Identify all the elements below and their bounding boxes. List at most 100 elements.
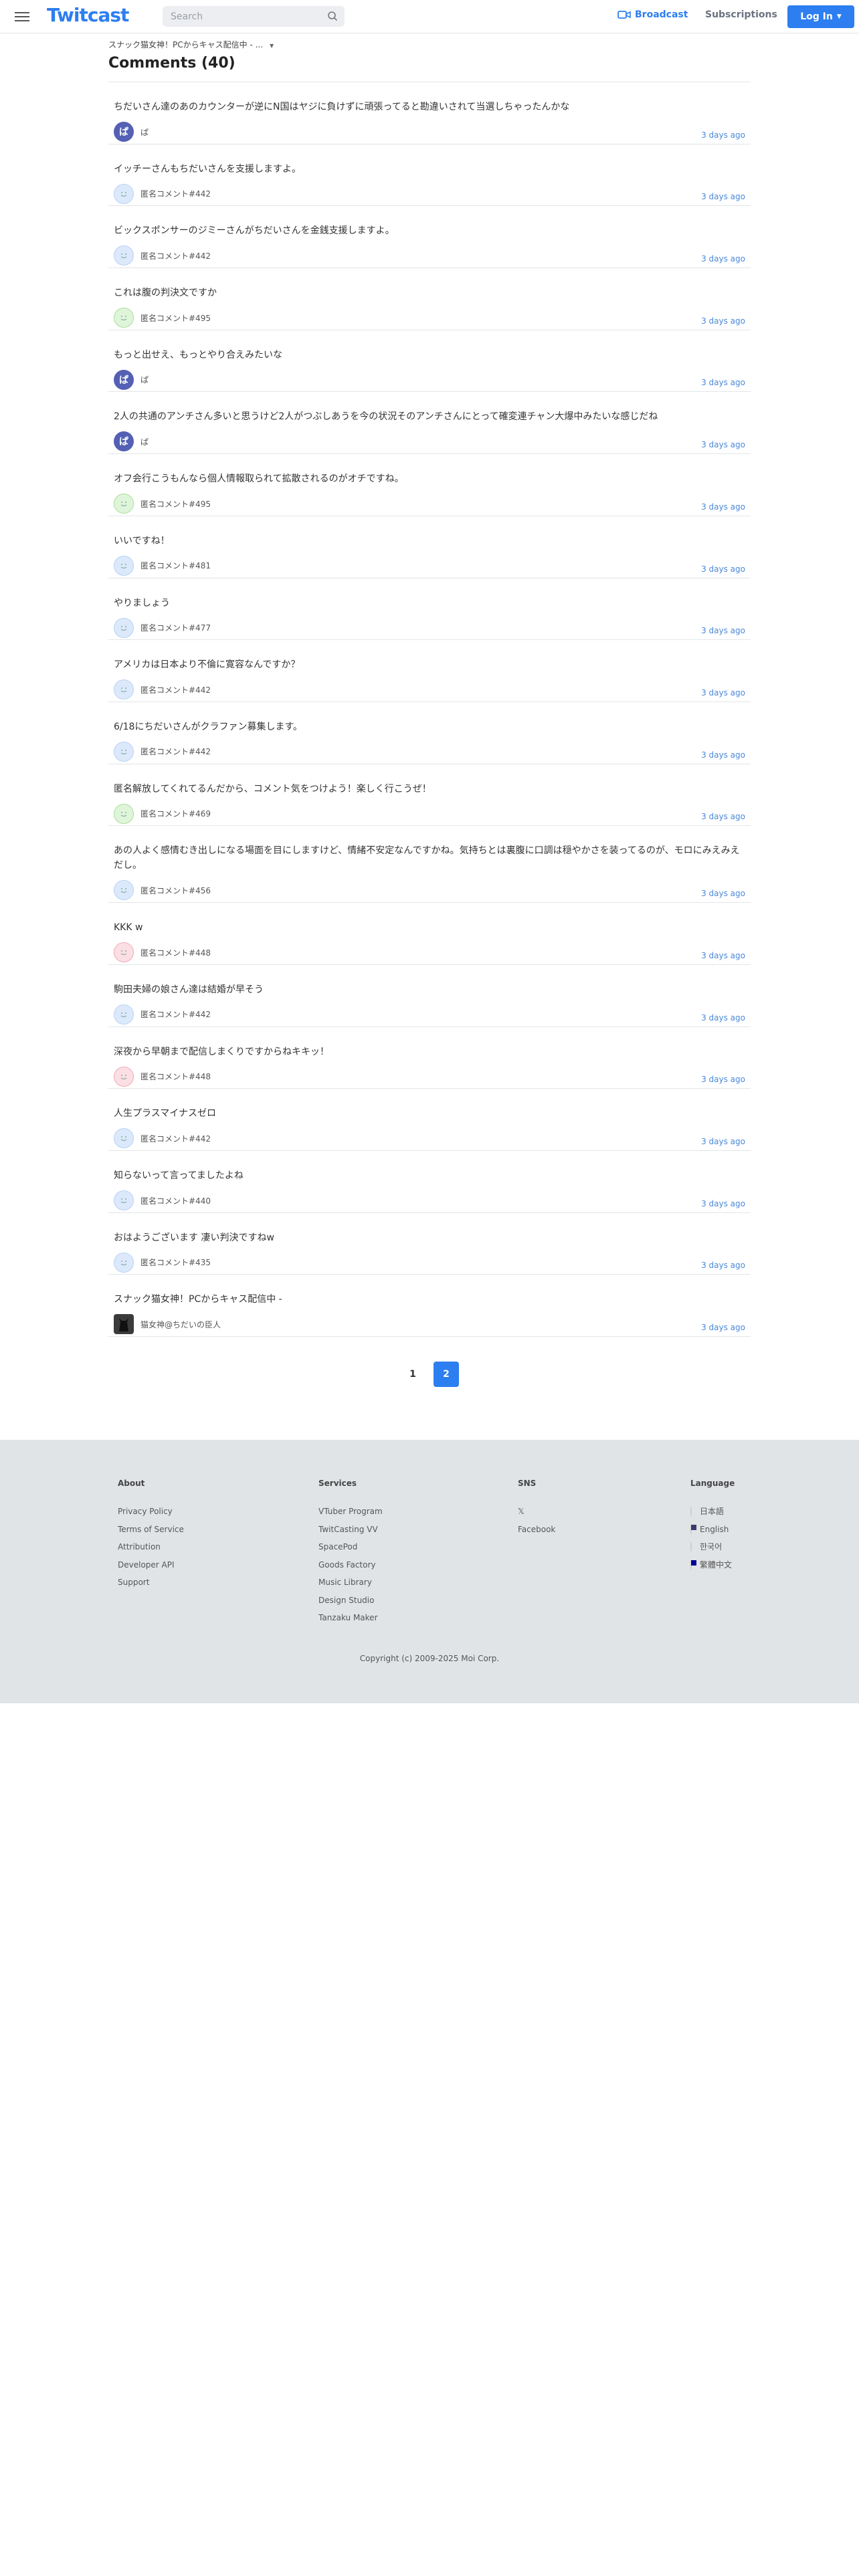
footer-link[interactable]: Music Library (318, 1574, 383, 1592)
comment-user[interactable]: 匿名コメント#495 (114, 494, 745, 514)
commenter-name[interactable]: 匿名コメント#442 (140, 746, 211, 757)
comment-user[interactable]: 匿名コメント#442 (114, 183, 745, 204)
page-button-2[interactable]: 2 (434, 1362, 459, 1387)
comment-user[interactable]: 匿名コメント#448 (114, 1066, 745, 1087)
search-input[interactable] (163, 6, 316, 27)
avatar[interactable] (114, 803, 134, 824)
comment-timestamp[interactable]: 3 days ago (701, 951, 745, 960)
footer-link[interactable]: SpacePod (318, 1538, 383, 1556)
comment-user[interactable]: 匿名コメント#456 (114, 880, 745, 901)
avatar[interactable] (114, 183, 134, 204)
commenter-name[interactable]: 匿名コメント#440 (140, 1195, 211, 1206)
avatar[interactable]: ぱ (114, 122, 134, 142)
commenter-name[interactable]: ぱ (140, 126, 149, 138)
breadcrumb[interactable]: スナック猫女神！PCからキャス配信中 - ... ▼ (108, 39, 751, 51)
footer-link[interactable]: 한국어 (690, 1538, 735, 1556)
avatar[interactable] (114, 1004, 134, 1025)
comment-timestamp[interactable]: 3 days ago (701, 564, 745, 574)
commenter-name[interactable]: 匿名コメント#456 (140, 885, 211, 896)
avatar[interactable] (114, 679, 134, 700)
comment-timestamp[interactable]: 3 days ago (701, 688, 745, 697)
comment-user[interactable]: 匿名コメント#442 (114, 1128, 745, 1149)
footer-link[interactable]: English (690, 1521, 735, 1539)
commenter-name[interactable]: 匿名コメント#435 (140, 1257, 211, 1268)
comment-timestamp[interactable]: 3 days ago (701, 440, 745, 449)
search-icon[interactable] (327, 11, 338, 21)
comment-timestamp[interactable]: 3 days ago (701, 378, 745, 387)
footer-link[interactable]: Support (118, 1574, 184, 1592)
comment-user[interactable]: 匿名コメント#440 (114, 1190, 745, 1210)
comment-user[interactable]: 匿名コメント#442 (114, 679, 745, 700)
commenter-name[interactable]: 匿名コメント#442 (140, 684, 211, 695)
commenter-name[interactable]: 匿名コメント#495 (140, 312, 211, 324)
avatar[interactable] (114, 494, 134, 514)
commenter-name[interactable]: 匿名コメント#442 (140, 188, 211, 199)
avatar[interactable] (114, 1314, 134, 1335)
footer-link[interactable]: Attribution (118, 1538, 184, 1556)
footer-link[interactable]: Facebook (518, 1521, 555, 1539)
avatar[interactable] (114, 308, 134, 328)
comment-user[interactable]: ぱ ぱ (114, 122, 745, 142)
comment-user[interactable]: 猫女神@ちだいの臣人 (114, 1314, 745, 1335)
commenter-name[interactable]: ぱ (140, 374, 149, 385)
footer-link[interactable]: VTuber Program (318, 1503, 383, 1521)
comment-timestamp[interactable]: 3 days ago (701, 1137, 745, 1146)
avatar[interactable] (114, 617, 134, 638)
comment-timestamp[interactable]: 3 days ago (701, 1075, 745, 1084)
avatar[interactable] (114, 1128, 134, 1149)
comment-timestamp[interactable]: 3 days ago (701, 254, 745, 263)
broadcast-button[interactable]: Broadcast (617, 9, 688, 20)
commenter-name[interactable]: ぱ (140, 436, 149, 447)
twitcast-logo[interactable]: Twitcast (47, 4, 129, 26)
hamburger-menu-icon[interactable] (13, 9, 31, 24)
avatar[interactable] (114, 555, 134, 576)
comment-user[interactable]: 匿名コメント#442 (114, 1004, 745, 1025)
commenter-name[interactable]: 匿名コメント#448 (140, 1071, 211, 1082)
comment-user[interactable]: 匿名コメント#442 (114, 741, 745, 762)
avatar[interactable] (114, 942, 134, 963)
commenter-name[interactable]: 匿名コメント#448 (140, 947, 211, 958)
comment-timestamp[interactable]: 3 days ago (701, 192, 745, 201)
comment-timestamp[interactable]: 3 days ago (701, 889, 745, 898)
avatar[interactable] (114, 245, 134, 266)
avatar[interactable] (114, 1190, 134, 1210)
avatar[interactable]: ぱ (114, 431, 134, 452)
commenter-name[interactable]: 匿名コメント#481 (140, 560, 211, 571)
commenter-name[interactable]: 匿名コメント#442 (140, 250, 211, 261)
footer-link[interactable]: Goods Factory (318, 1556, 383, 1574)
commenter-name[interactable]: 猫女神@ちだいの臣人 (140, 1319, 221, 1330)
commenter-name[interactable]: 匿名コメント#442 (140, 1008, 211, 1020)
comment-timestamp[interactable]: 3 days ago (701, 750, 745, 760)
comment-user[interactable]: 匿名コメント#442 (114, 245, 745, 266)
page-button-1[interactable]: 1 (400, 1362, 425, 1387)
comment-timestamp[interactable]: 3 days ago (701, 1199, 745, 1208)
avatar[interactable] (114, 880, 134, 901)
comment-timestamp[interactable]: 3 days ago (701, 502, 745, 512)
footer-link[interactable]: Privacy Policy (118, 1503, 184, 1521)
footer-link[interactable]: TwitCasting VV (318, 1521, 383, 1539)
comment-user[interactable]: 匿名コメント#469 (114, 803, 745, 824)
comment-timestamp[interactable]: 3 days ago (701, 1323, 745, 1332)
avatar[interactable] (114, 1252, 134, 1273)
comment-timestamp[interactable]: 3 days ago (701, 812, 745, 821)
login-button[interactable]: Log In ▼ (787, 5, 854, 28)
avatar[interactable]: ぱ (114, 369, 134, 390)
search-box[interactable] (163, 6, 345, 27)
footer-link[interactable]: Design Studio (318, 1592, 383, 1610)
comment-user[interactable]: ぱ ぱ (114, 369, 745, 390)
footer-link[interactable]: 日本語 (690, 1503, 735, 1521)
comment-user[interactable]: 匿名コメント#448 (114, 942, 745, 963)
commenter-name[interactable]: 匿名コメント#495 (140, 498, 211, 510)
footer-link[interactable]: Terms of Service (118, 1521, 184, 1539)
comment-timestamp[interactable]: 3 days ago (701, 626, 745, 635)
footer-link[interactable]: 繁體中文 (690, 1556, 735, 1574)
footer-link[interactable]: Developer API (118, 1556, 184, 1574)
comment-timestamp[interactable]: 3 days ago (701, 130, 745, 140)
avatar[interactable] (114, 741, 134, 762)
commenter-name[interactable]: 匿名コメント#477 (140, 622, 211, 633)
avatar[interactable] (114, 1066, 134, 1087)
comment-user[interactable]: 匿名コメント#477 (114, 617, 745, 638)
comment-user[interactable]: 匿名コメント#435 (114, 1252, 745, 1273)
commenter-name[interactable]: 匿名コメント#442 (140, 1133, 211, 1144)
comment-timestamp[interactable]: 3 days ago (701, 316, 745, 326)
